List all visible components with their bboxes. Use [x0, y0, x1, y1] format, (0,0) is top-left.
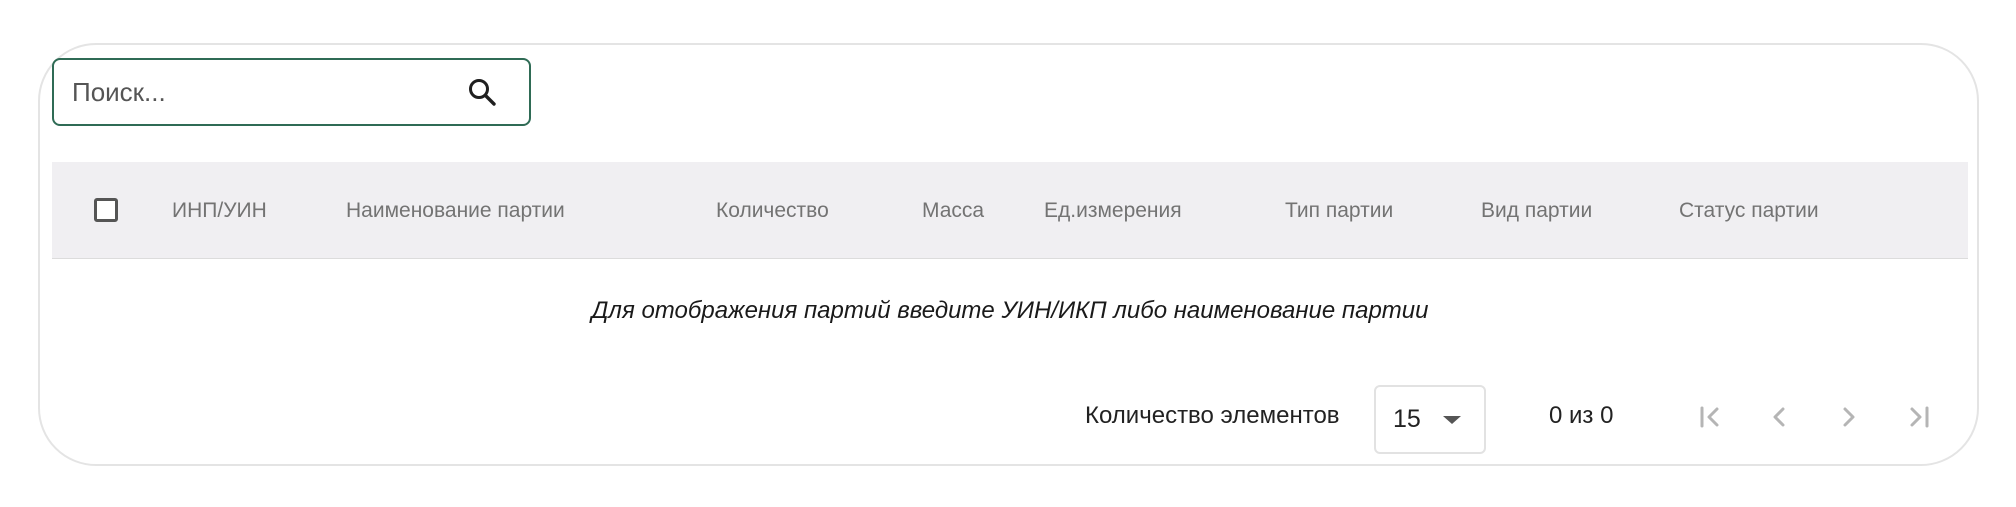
caret-down-icon — [1443, 416, 1461, 424]
search-field[interactable] — [52, 58, 531, 126]
column-header-mass[interactable]: Масса — [922, 162, 984, 259]
empty-state-message: Для отображения партий введите УИН/ИКП л… — [591, 297, 1429, 324]
first-page-icon — [1700, 406, 1719, 428]
page-size-value: 15 — [1393, 405, 1421, 433]
prev-page-button[interactable] — [1762, 400, 1796, 434]
column-header-batch-name[interactable]: Наименование партии — [346, 162, 565, 259]
select-all-checkbox[interactable] — [94, 198, 118, 222]
column-header-unit[interactable]: Ед.измерения — [1044, 162, 1182, 259]
search-icon[interactable] — [465, 75, 499, 109]
column-header-inp-uin[interactable]: ИНП/УИН — [172, 162, 267, 259]
first-page-button[interactable] — [1693, 400, 1727, 434]
chevron-left-icon — [1773, 407, 1785, 427]
table-header: ИНП/УИН Наименование партии Количество М… — [52, 162, 1968, 259]
last-page-button[interactable] — [1902, 400, 1936, 434]
next-page-button[interactable] — [1832, 400, 1866, 434]
page-size-select[interactable]: 15 — [1374, 385, 1486, 454]
column-header-batch-type[interactable]: Тип партии — [1285, 162, 1393, 259]
column-header-quantity[interactable]: Количество — [716, 162, 829, 259]
items-per-page-label: Количество элементов — [1085, 402, 1340, 429]
search-input[interactable] — [72, 76, 465, 108]
chevron-right-icon — [1843, 407, 1855, 427]
column-header-batch-kind[interactable]: Вид партии — [1481, 162, 1592, 259]
column-header-batch-status[interactable]: Статус партии — [1679, 162, 1819, 259]
last-page-icon — [1910, 406, 1929, 428]
page-range-text: 0 из 0 — [1549, 402, 1614, 429]
